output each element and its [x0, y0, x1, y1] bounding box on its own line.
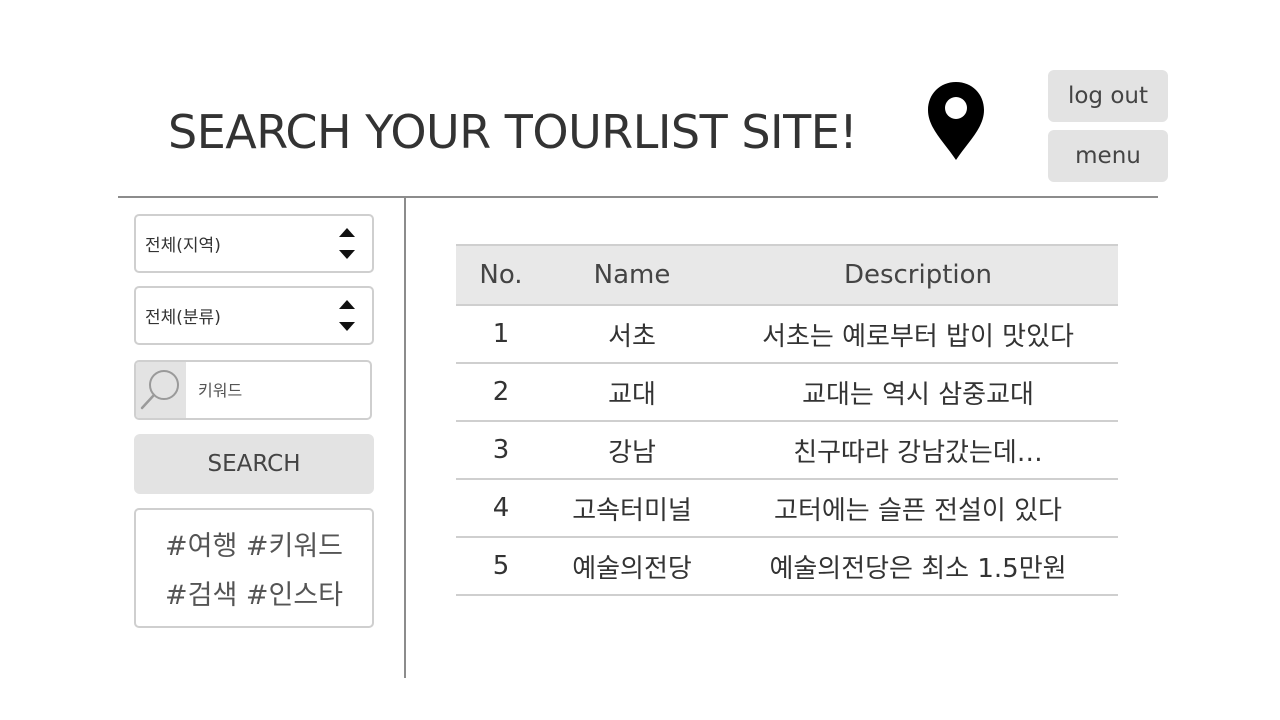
category-select[interactable]: 전체(분류)	[134, 286, 374, 345]
table-row[interactable]: 4 고속터미널 고터에는 슬픈 전설이 있다	[456, 479, 1118, 538]
search-button[interactable]: SEARCH	[134, 434, 374, 494]
row-no: 3	[456, 421, 546, 480]
hashtag-line[interactable]: #검색 #인스타	[165, 573, 343, 612]
header-divider	[118, 196, 1158, 198]
table-row[interactable]: 5 예술의전당 예술의전당은 최소 1.5만원	[456, 537, 1118, 596]
row-description: 예술의전당은 최소 1.5만원	[718, 537, 1118, 596]
table-row[interactable]: 1 서초 서초는 예로부터 밥이 맛있다	[456, 305, 1118, 364]
hashtag-line[interactable]: #여행 #키워드	[165, 524, 343, 563]
row-description: 교대는 역시 삼중교대	[718, 363, 1118, 422]
sidebar-divider	[404, 197, 406, 678]
column-header-name: Name	[546, 244, 718, 306]
table-row[interactable]: 3 강남 친구따라 강남갔는데…	[456, 421, 1118, 480]
row-name: 교대	[546, 363, 718, 422]
region-select-value: 전체(지역)	[145, 236, 221, 256]
search-icon[interactable]	[136, 362, 186, 418]
table-row[interactable]: 2 교대 교대는 역시 삼중교대	[456, 363, 1118, 422]
region-select[interactable]: 전체(지역)	[134, 214, 374, 273]
row-no: 4	[456, 479, 546, 538]
category-select-value: 전체(분류)	[145, 308, 221, 328]
row-no: 2	[456, 363, 546, 422]
column-header-no: No.	[456, 244, 546, 306]
row-name: 예술의전당	[546, 537, 718, 596]
row-description: 친구따라 강남갔는데…	[718, 421, 1118, 480]
row-no: 1	[456, 305, 546, 364]
table-header-row: No. Name Description	[456, 244, 1118, 306]
row-no: 5	[456, 537, 546, 596]
row-name: 서초	[546, 305, 718, 364]
results-table: No. Name Description 1 서초 서초는 예로부터 밥이 맛있…	[456, 244, 1118, 596]
hashtag-box: #여행 #키워드 #검색 #인스타	[134, 508, 374, 628]
keyword-input[interactable]	[196, 362, 370, 418]
select-arrows-icon	[336, 228, 358, 259]
logout-button[interactable]: log out	[1048, 70, 1168, 122]
column-header-description: Description	[718, 244, 1118, 306]
map-pin-icon	[926, 80, 986, 162]
menu-button[interactable]: menu	[1048, 130, 1168, 182]
row-description: 서초는 예로부터 밥이 맛있다	[718, 305, 1118, 364]
keyword-search-field[interactable]	[134, 360, 372, 420]
page-title: SEARCH YOUR TOURLIST SITE!	[168, 105, 858, 159]
row-name: 고속터미널	[546, 479, 718, 538]
select-arrows-icon	[336, 300, 358, 331]
row-description: 고터에는 슬픈 전설이 있다	[718, 479, 1118, 538]
row-name: 강남	[546, 421, 718, 480]
